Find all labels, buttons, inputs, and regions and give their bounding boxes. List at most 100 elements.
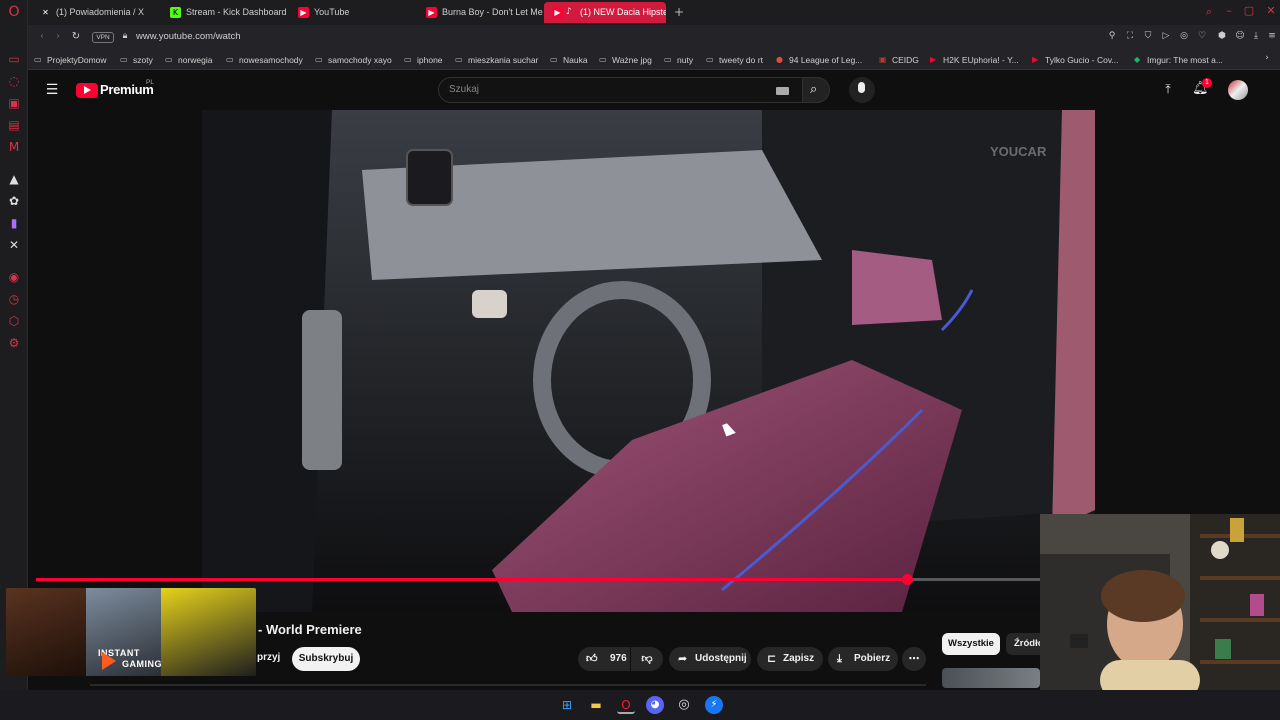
dislike-button[interactable]: 👎︎ — [631, 647, 663, 671]
voice-search-button[interactable] — [849, 77, 875, 103]
download-button[interactable]: ⤓ Pobierz — [828, 647, 898, 671]
opera-taskbar-icon[interactable]: O — [617, 696, 635, 714]
file-explorer-icon[interactable]: ▬ — [587, 696, 605, 714]
hamburger-menu-icon[interactable]: ☰ — [44, 82, 60, 98]
sidebar-settings-icon[interactable]: ⚙ — [7, 336, 21, 350]
extensions-icon[interactable]: ⬢ — [1216, 31, 1228, 41]
avatar[interactable] — [1228, 80, 1248, 100]
more-actions-button[interactable]: ⋯ — [902, 647, 926, 671]
play-icon[interactable]: ▷ — [1160, 31, 1172, 41]
save-button[interactable]: ⊏ Zapisz — [757, 647, 823, 671]
browser-sidebar: O ▭ ◌ ▣ ▤ M ▲ ✿ ▮ ✕ ◉ ◷ ⬡ ⚙ — [0, 0, 28, 690]
download-icon[interactable]: ⤓ — [1250, 31, 1262, 41]
channel-name[interactable]: przyj — [257, 652, 280, 663]
opera-logo-icon[interactable]: O — [7, 5, 21, 19]
url-field[interactable]: www.youtube.com/watch — [136, 31, 241, 42]
download-label: Pobierz — [854, 653, 891, 664]
vpn-badge[interactable]: VPN — [92, 32, 114, 43]
youtube-logo-icon[interactable] — [76, 83, 98, 98]
x-logo-icon: ✕ — [42, 8, 49, 17]
profile-icon[interactable]: ☺ — [1234, 31, 1246, 41]
bookmark-folder[interactable]: ▭ mieszkania suchar — [455, 53, 538, 67]
subscribe-button[interactable]: Subskrybuj — [292, 647, 360, 671]
menu-icon[interactable]: ≡ — [1266, 31, 1278, 41]
back-icon[interactable]: ‹ — [36, 31, 48, 42]
heart-icon[interactable]: ♡ — [1196, 31, 1208, 41]
bookmark-folder[interactable]: ▭ iphone — [404, 53, 443, 67]
shield-icon[interactable]: ⛉ — [1142, 31, 1154, 41]
bookmark-link[interactable]: ● 94 League of Leg... — [776, 53, 862, 67]
messenger-icon[interactable]: ⚡ — [705, 696, 723, 714]
instant-gaming-logo-icon — [102, 652, 116, 670]
search-input[interactable]: Szukaj — [438, 77, 803, 103]
recommended-video-thumbnail[interactable] — [942, 668, 1040, 688]
bookmark-folder[interactable]: ▭ samochody xayo — [315, 53, 392, 67]
screenshot-icon[interactable]: ⛶ — [1124, 31, 1136, 41]
sidebar-chatgpt-icon[interactable]: ✿ — [7, 194, 21, 208]
filter-chip-source[interactable]: Źródło — [1006, 633, 1040, 655]
bookmark-link[interactable]: ▶ Tylko Gucio - Cov... — [1032, 53, 1119, 67]
camera-icon[interactable]: ◎ — [1178, 31, 1190, 41]
discord-icon[interactable]: ◕ — [646, 696, 664, 714]
bookmark-folder[interactable]: ▭ nowesamochody — [226, 53, 303, 67]
share-button[interactable]: ➦ Udostępnij — [669, 647, 751, 671]
tab-kick-dashboard[interactable]: K Stream - Kick Dashboard — [162, 2, 290, 23]
bookmark-folder[interactable]: ▭ Ważne jpg — [599, 53, 652, 67]
save-label: Zapisz — [783, 653, 815, 664]
region-code: PL — [146, 79, 154, 86]
sidebar-aria-icon[interactable]: ▲ — [7, 172, 21, 186]
minimize-icon[interactable]: – — [1222, 4, 1236, 17]
bookmark-link[interactable]: ▣ CEIDG — [879, 53, 919, 67]
bookmark-folder[interactable]: ▭ szoty — [120, 53, 153, 67]
folder-icon: ▭ — [599, 55, 607, 64]
divider — [90, 684, 926, 686]
forward-icon[interactable]: › — [52, 31, 64, 42]
maximize-icon[interactable]: ▢ — [1242, 4, 1256, 17]
tab-youtube[interactable]: ▶ YouTube — [290, 2, 416, 23]
sidebar-history-icon[interactable]: ◌ — [7, 74, 21, 88]
video-frame — [202, 110, 1095, 612]
bookmark-folder[interactable]: ▭ Nauka — [550, 53, 588, 67]
tab-burna-boy[interactable]: ▶ Burna Boy - Don't Let Me — [418, 2, 544, 23]
keyboard-icon[interactable] — [776, 87, 789, 95]
thumbs-up-icon: 👍︎ — [586, 652, 598, 665]
folder-icon: ▭ — [120, 55, 128, 64]
sidebar-wallet-icon[interactable]: ▭ — [7, 52, 21, 66]
close-window-icon[interactable]: ✕ — [1264, 4, 1278, 17]
pin-icon[interactable]: ⚲ — [1106, 31, 1118, 41]
bookmark-label: tweety do rt — [719, 55, 763, 65]
search-tabs-icon[interactable]: ⌕ — [1202, 5, 1216, 19]
sidebar-m-icon[interactable]: M — [7, 140, 21, 154]
new-tab-icon[interactable]: + — [672, 5, 686, 19]
notification-count-badge: 1 — [1202, 78, 1212, 88]
bookmark-link[interactable]: ◆ Imgur: The most a... — [1134, 53, 1223, 67]
bookmark-folder[interactable]: ▭ tweety do rt — [706, 53, 763, 67]
reload-icon[interactable]: ↻ — [70, 31, 82, 42]
progress-fill — [36, 578, 908, 581]
upload-icon[interactable]: ⤒ — [1160, 82, 1176, 97]
sidebar-briefcase-icon[interactable]: ▣ — [7, 96, 21, 110]
sidebar-x-icon[interactable]: ✕ — [7, 238, 21, 252]
progress-track[interactable] — [36, 574, 1040, 585]
bookmark-folder[interactable]: ▭ nuty — [664, 53, 693, 67]
video-player[interactable]: YOUCAR — [202, 110, 1095, 612]
search-button[interactable]: ⌕ — [802, 77, 830, 103]
sidebar-twitch-icon[interactable]: ▮ — [7, 216, 21, 230]
tab-x-notifications[interactable]: ✕ (1) Powiadomienia / X — [32, 2, 162, 23]
bookmarks-overflow-icon[interactable]: › — [1262, 53, 1272, 63]
obs-icon[interactable]: ◎ — [675, 696, 693, 714]
sidebar-bookmark-icon[interactable]: ▤ — [7, 118, 21, 132]
like-button[interactable]: 👍︎ 976 — [578, 647, 630, 671]
share-label: Udostępnij — [695, 653, 747, 664]
sidebar-player-icon[interactable]: ◉ — [7, 270, 21, 284]
filter-chip-all[interactable]: Wszystkie — [942, 633, 1000, 655]
sidebar-clock-icon[interactable]: ◷ — [7, 292, 21, 306]
windows-start-icon[interactable]: ⊞ — [558, 696, 576, 714]
tab-dacia-hipster[interactable]: ▶ ♪ (1) NEW Dacia Hipste — [544, 2, 666, 23]
sidebar-cube-icon[interactable]: ⬡ — [7, 314, 21, 328]
bookmark-link[interactable]: ▶ H2K EUphoria! - Y... — [930, 53, 1019, 67]
folder-icon: ▭ — [315, 55, 323, 64]
microphone-icon — [858, 82, 865, 93]
bookmark-folder[interactable]: ▭ norwegia — [165, 53, 213, 67]
bookmark-folder[interactable]: ▭ ProjektyDomow — [34, 53, 107, 67]
